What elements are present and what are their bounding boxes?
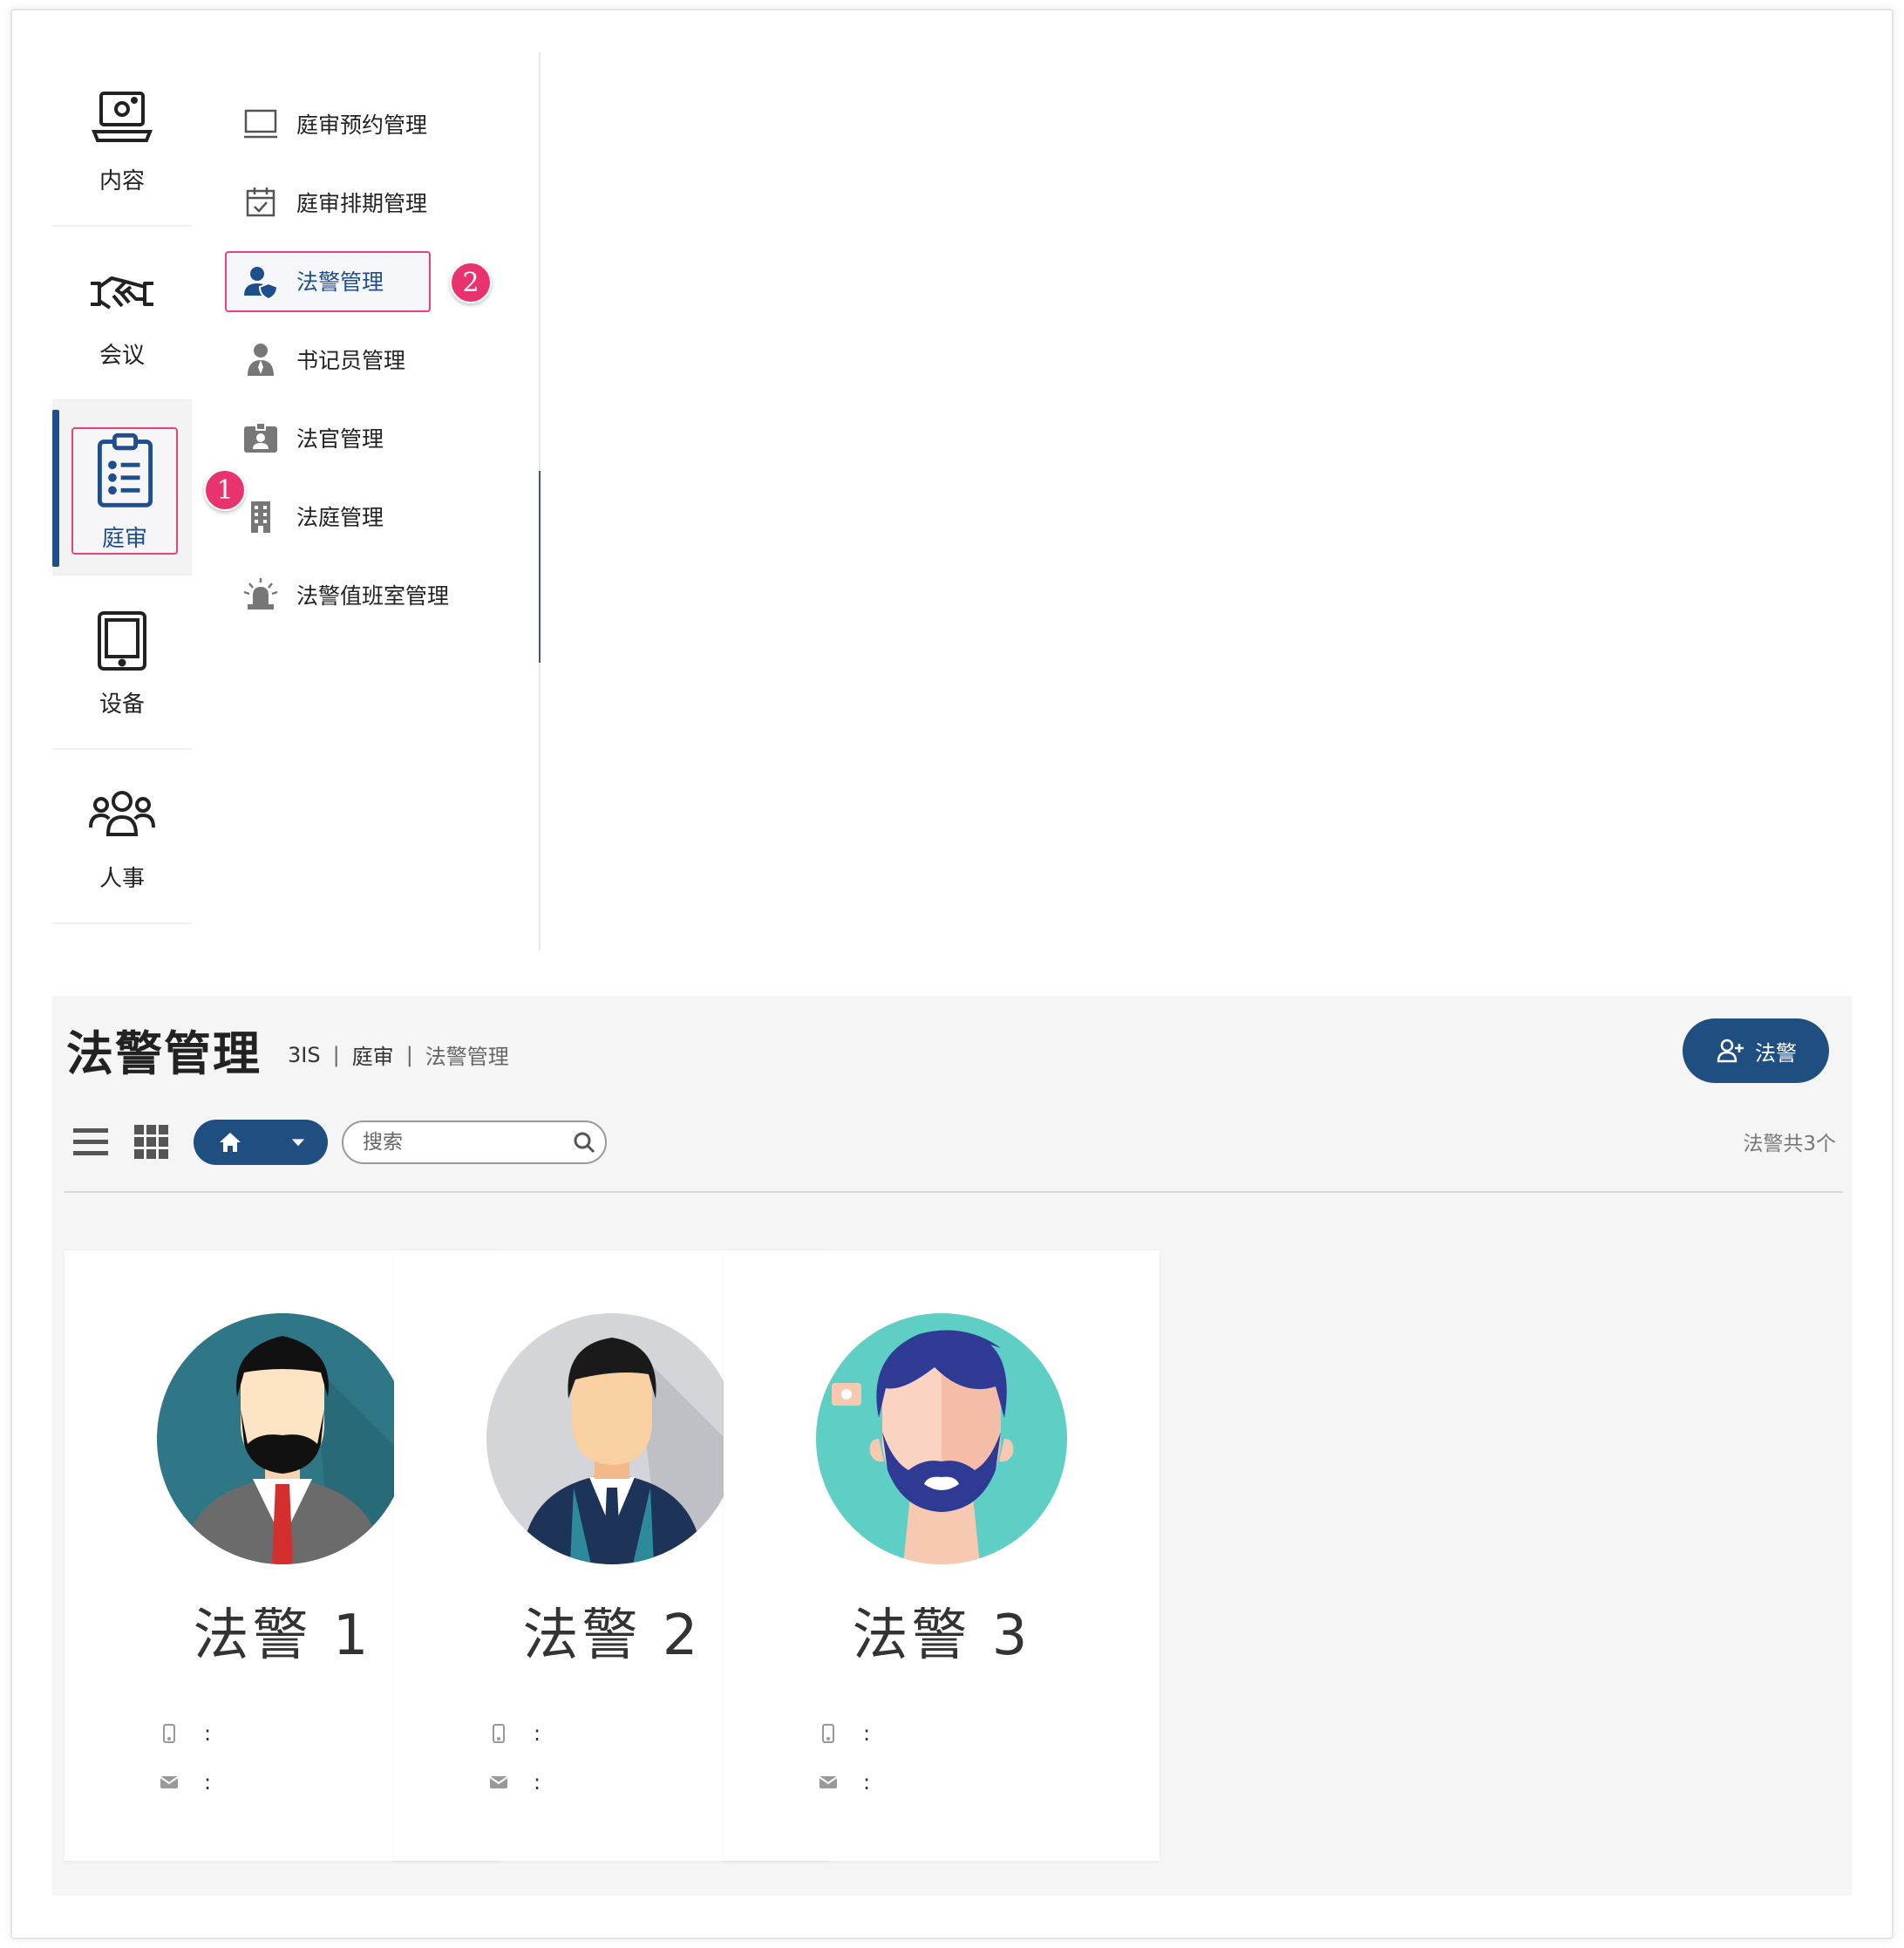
home-dropdown[interactable]	[194, 1120, 328, 1165]
bailiff-count: 法警共3个	[1743, 1133, 1836, 1155]
step-badge-2: 2	[450, 262, 492, 303]
trial-submenu: 庭审预约管理 庭审排期管理 法警管理 书记员管理 法官管理 法庭管理 法警值班室…	[192, 52, 541, 950]
breadcrumb-item[interactable]: 庭审	[352, 1039, 394, 1070]
rail-label: 内容	[99, 167, 145, 194]
submenu-label: 庭审排期管理	[296, 191, 428, 216]
phone-value: :	[204, 1721, 212, 1746]
step-badge-1: 1	[204, 469, 246, 511]
main-nav-rail: 内容 会议 庭审 设备 人事	[52, 52, 192, 950]
rail-label: 庭审	[101, 526, 147, 552]
email-value: :	[534, 1770, 541, 1795]
toolbar	[70, 1118, 607, 1167]
rail-label: 设备	[99, 691, 145, 718]
search-icon[interactable]	[572, 1130, 596, 1154]
submenu-label: 法警值班室管理	[296, 583, 450, 609]
submenu-item-clerk[interactable]: 书记员管理	[242, 333, 405, 385]
add-bailiff-button[interactable]: 法警	[1683, 1018, 1829, 1083]
breadcrumb-separator: |	[405, 1042, 413, 1067]
rail-label: 会议	[99, 342, 145, 369]
user-tie-icon	[248, 344, 274, 376]
submenu-label: 法官管理	[296, 426, 384, 452]
submenu-item-trial-schedule[interactable]: 庭审排期管理	[242, 176, 427, 228]
divider	[65, 1191, 1843, 1193]
email-row: :	[818, 1770, 870, 1795]
breadcrumb: 3IS | 庭审 | 法警管理	[288, 1039, 509, 1070]
breadcrumb-item[interactable]: 3IS	[288, 1043, 321, 1067]
handshake-icon	[91, 276, 153, 310]
phone-row: :	[159, 1721, 211, 1746]
user-shield-icon	[244, 267, 279, 299]
home-icon	[220, 1133, 241, 1152]
avatar	[157, 1313, 408, 1564]
calendar-check-icon	[246, 187, 275, 217]
submenu-item-bailiff[interactable]: 法警管理	[242, 255, 384, 307]
avatar	[816, 1313, 1067, 1564]
grid-view-icon[interactable]	[131, 1121, 173, 1163]
tablet-icon	[98, 610, 146, 671]
email-value: :	[863, 1770, 871, 1795]
user-plus-icon	[1717, 1039, 1744, 1063]
submenu-label: 法庭管理	[296, 505, 384, 530]
submenu-label: 法警管理	[296, 269, 384, 295]
breadcrumb-current: 法警管理	[425, 1045, 509, 1069]
submenu-item-duty-room[interactable]: 法警值班室管理	[242, 569, 449, 621]
submenu-scroll-accent	[539, 471, 541, 663]
rail-item-meeting[interactable]: 会议	[52, 227, 192, 401]
add-button-label: 法警	[1755, 1040, 1797, 1066]
envelope-icon	[160, 1776, 179, 1788]
phone-row: :	[488, 1721, 541, 1746]
phone-value: :	[863, 1721, 871, 1746]
mobile-icon	[822, 1724, 834, 1743]
bailiff-name: 法警 3	[852, 1604, 1031, 1668]
breadcrumb-separator: |	[332, 1042, 340, 1067]
email-value: :	[204, 1770, 212, 1795]
search-input[interactable]	[363, 1131, 554, 1154]
rail-item-device[interactable]: 设备	[52, 576, 192, 750]
submenu-label: 书记员管理	[296, 348, 406, 373]
email-row: :	[488, 1770, 541, 1795]
email-row: :	[159, 1770, 211, 1795]
avatar	[486, 1313, 738, 1564]
submenu-item-judge[interactable]: 法官管理	[242, 412, 384, 464]
rail-item-trial-highlight[interactable]: 庭审	[71, 427, 178, 555]
rail-item-content[interactable]: 内容	[52, 52, 192, 227]
submenu-item-trial-booking[interactable]: 庭审预约管理	[242, 98, 427, 150]
rail-item-personnel[interactable]: 人事	[52, 750, 192, 924]
submenu-label: 庭审预约管理	[296, 112, 428, 138]
search-box	[342, 1120, 607, 1164]
bailiff-card[interactable]: 法警 3 : :	[724, 1250, 1159, 1861]
page-title: 法警管理	[66, 1026, 262, 1081]
siren-icon	[243, 578, 278, 610]
rail-label: 人事	[99, 865, 145, 892]
envelope-icon	[489, 1776, 508, 1788]
list-view-icon[interactable]	[70, 1121, 112, 1163]
bailiff-management-page: 法警管理 3IS | 庭审 | 法警管理 法警 搜索 法警共3个 法警 1: …	[52, 996, 1852, 1896]
id-badge-icon	[244, 422, 277, 453]
phone-row: :	[818, 1721, 870, 1746]
users-icon	[89, 790, 155, 836]
submenu-item-court[interactable]: 法庭管理	[242, 490, 384, 542]
laptop-icon	[92, 91, 153, 142]
mobile-icon	[163, 1724, 175, 1743]
clipboard-icon	[97, 433, 153, 507]
caret-down-icon	[291, 1139, 305, 1147]
building-icon	[251, 501, 270, 533]
active-indicator	[52, 410, 59, 567]
monitor-icon	[244, 109, 277, 139]
envelope-icon	[819, 1776, 838, 1788]
phone-value: :	[534, 1721, 541, 1746]
mobile-icon	[493, 1724, 505, 1743]
